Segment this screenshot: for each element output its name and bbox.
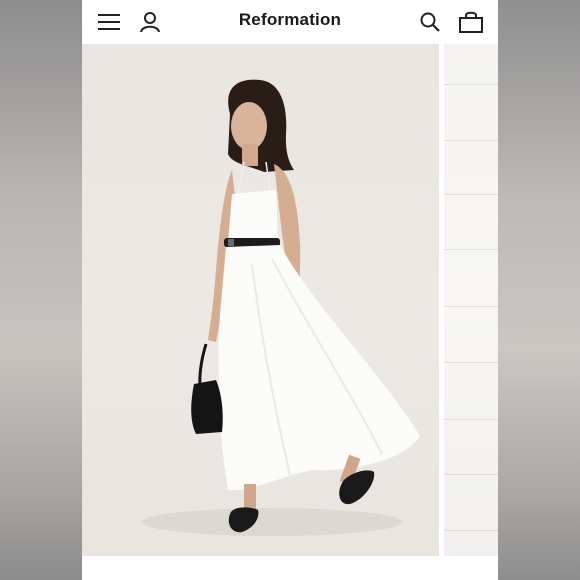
blur-gutter-left: [0, 0, 82, 580]
blur-gutter-right: [498, 0, 580, 580]
product-gallery[interactable]: [82, 44, 498, 556]
bag-icon[interactable]: [457, 8, 485, 36]
brand-logo[interactable]: Reformation: [202, 10, 378, 30]
product-photo-next[interactable]: [444, 44, 498, 556]
product-photo-main[interactable]: [82, 44, 439, 556]
menu-icon[interactable]: [95, 8, 123, 36]
page-content-start: [82, 556, 498, 580]
search-icon[interactable]: [416, 8, 444, 36]
account-icon[interactable]: [136, 8, 164, 36]
site-header: Reformation: [82, 0, 498, 44]
mobile-screen: Reformation: [82, 0, 498, 580]
